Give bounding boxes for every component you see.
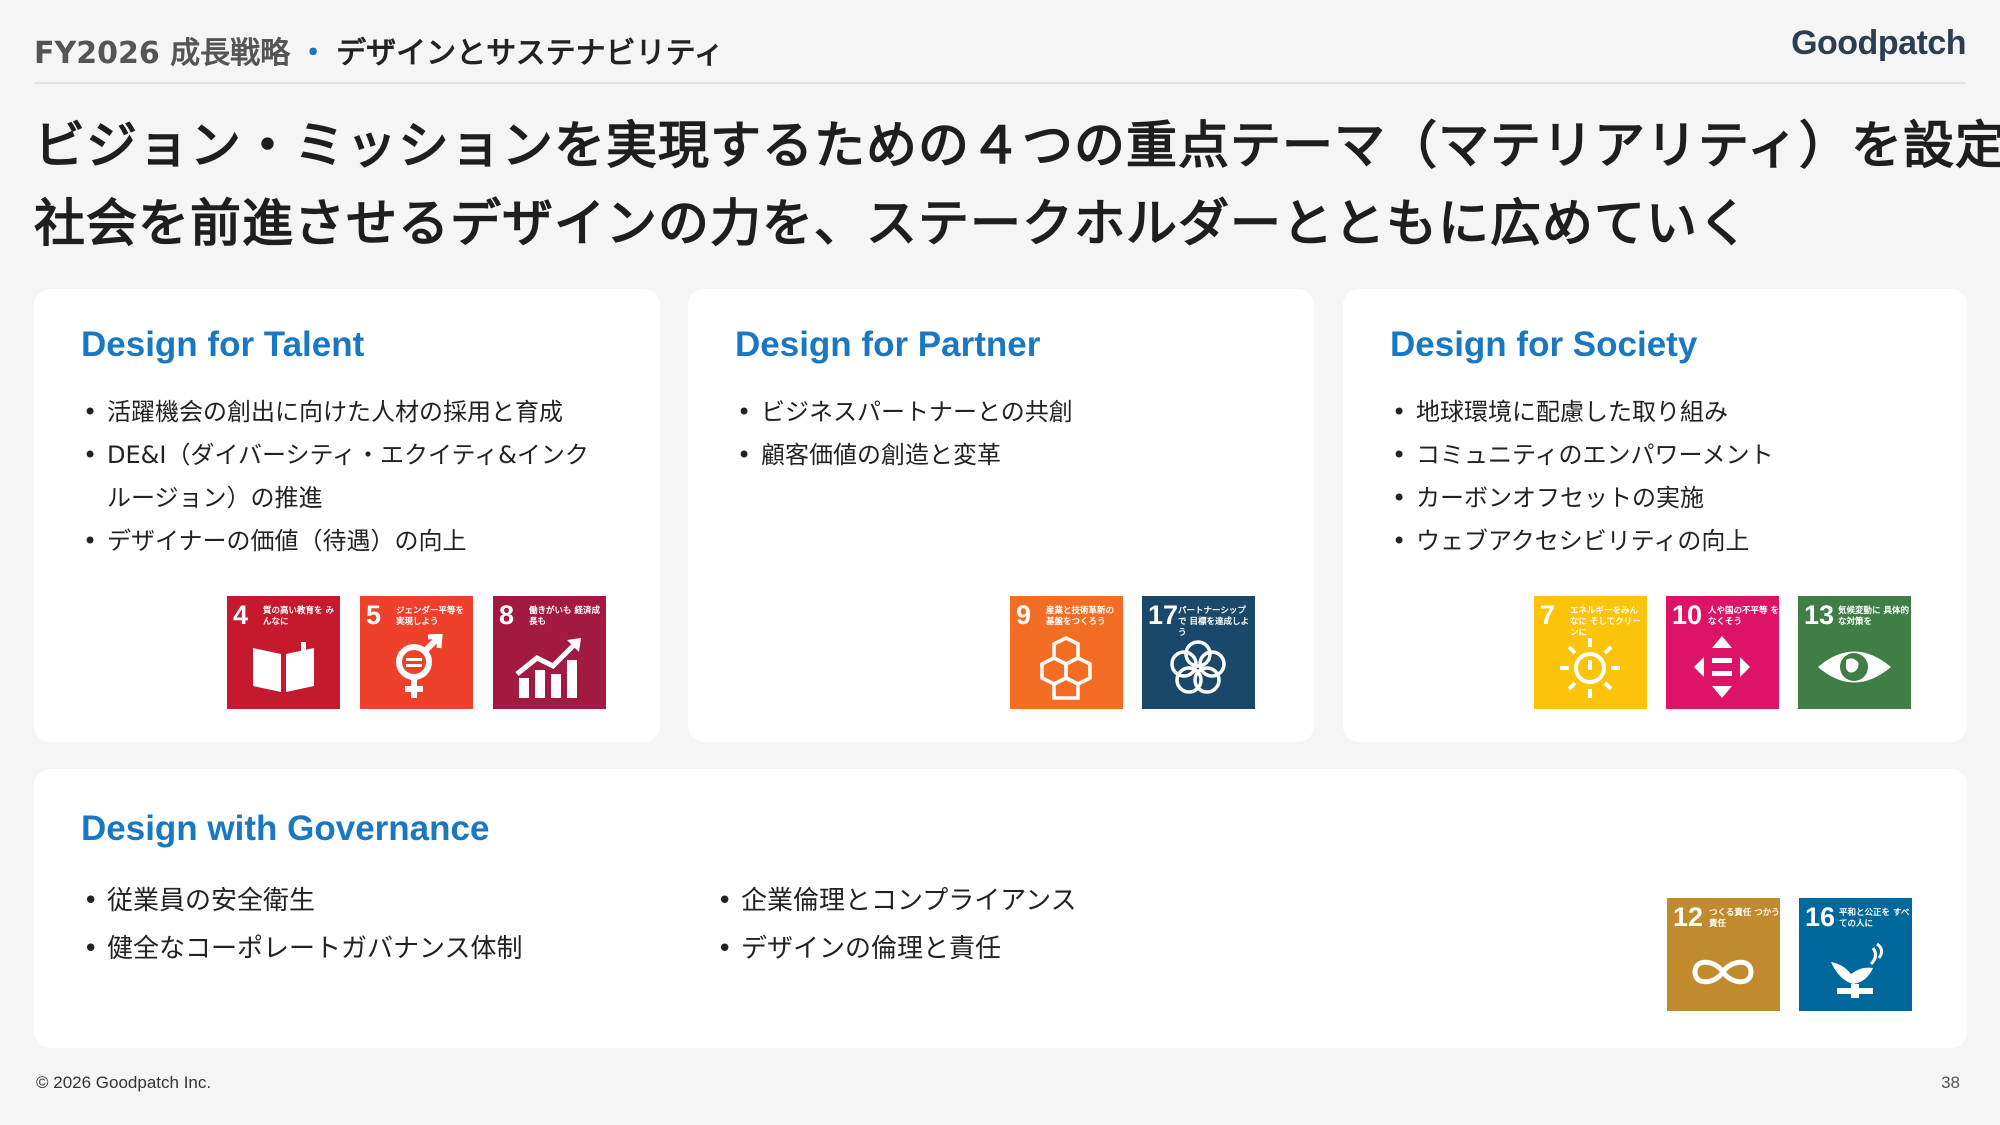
headline-line-1: ビジョン・ミッションを実現するための４つの重点テーマ（マテリアリティ）を設定 <box>34 117 2000 176</box>
card-title: Design with Governance <box>81 809 490 848</box>
sdg-icons: 9 産業と技術革新の 基盤をつくろう 17 パートナーシップで 目標を達成しよう <box>1010 596 1255 709</box>
rings-icon <box>1170 640 1226 694</box>
eye-earth-icon <box>1818 651 1891 683</box>
bullet-list: 活躍機会の創出に向けた人材の採用と育成 DE&I（ダイバーシティ・エクイティ&イ… <box>81 391 641 563</box>
growth-chart-icon <box>515 638 581 698</box>
sdg-number: 7 <box>1540 600 1556 630</box>
sdg-goal-5: 5 ジェンダー平等を 実現しよう <box>360 596 473 709</box>
bullet-item: カーボンオフセットの実施 <box>1390 477 1950 520</box>
sdg-goal-4: 4 質の高い教育を みんなに <box>227 596 340 709</box>
sdg-label: 気候変動に 具体的な対策を <box>1838 606 1909 627</box>
sdg-goal-7: 7 エネルギーをみんなに そしてクリーンに <box>1534 596 1647 709</box>
header-title: FY2026 成長戦略・デザインとサステナビリティ <box>34 28 724 72</box>
bullet-item: デザイナーの価値（待遇）の向上 <box>81 520 641 563</box>
sdg-label: 人や国の不平等 をなくそう <box>1708 606 1779 627</box>
sdg-number: 9 <box>1016 600 1032 630</box>
sdg-number: 17 <box>1148 600 1179 630</box>
sdg-icons: 7 エネルギーをみんなに そしてクリーンに 10 人や国の不平等 をなくそう 1… <box>1534 596 1911 709</box>
bullet-item: デザインの倫理と責任 <box>715 925 1315 973</box>
bullet-item: 健全なコーポレートガバナンス体制 <box>81 925 661 973</box>
card-design-with-governance: Design with Governance 従業員の安全衛生 健全なコーポレー… <box>34 769 1967 1048</box>
sdg-icons: 12 つくる責任 つかう責任 16 平和と公正を すべての人に <box>1667 898 1912 1011</box>
sdg-label: 平和と公正を すべての人に <box>1839 908 1910 929</box>
sdg-goal-10: 10 人や国の不平等 をなくそう <box>1666 596 1779 709</box>
page-number: 38 <box>1941 1073 1960 1092</box>
sdg-number: 5 <box>366 600 382 630</box>
bullet-item-continuation: ルージョン）の推進 <box>107 484 323 512</box>
sdg-number: 12 <box>1673 902 1704 932</box>
sdg-number: 4 <box>233 600 249 630</box>
sdg-goal-13: 13 気候変動に 具体的な対策を <box>1798 596 1911 709</box>
card-title: Design for Partner <box>735 325 1041 364</box>
sdg-number: 8 <box>499 600 515 630</box>
bullet-list-left: 従業員の安全衛生 健全なコーポレートガバナンス体制 <box>81 877 661 973</box>
bullet-list: ビジネスパートナーとの共創 顧客価値の創造と変革 <box>735 391 1295 477</box>
goodpatch-logo: Goodpatch <box>1791 24 1966 62</box>
bullet-item: DE&I（ダイバーシティ・エクイティ&インク <box>81 434 641 477</box>
sdg-goal-16: 16 平和と公正を すべての人に <box>1799 898 1912 1011</box>
infinity-icon <box>1692 959 1754 985</box>
sdg-icons: 4 質の高い教育を みんなに 5 ジェンダー平等を 実現しよう 8 働きがいも … <box>227 596 606 709</box>
book-icon <box>253 642 314 692</box>
dove-icon <box>1831 942 1884 998</box>
bullet-item: ビジネスパートナーとの共創 <box>735 391 1295 434</box>
bullet-item: 顧客価値の創造と変革 <box>735 434 1295 477</box>
sdg-label: 働きがいも 経済成長も <box>529 606 600 627</box>
header-title-dot: ・ <box>298 36 329 71</box>
sdg-number: 10 <box>1672 600 1703 630</box>
cubes-icon <box>1040 636 1092 700</box>
sdg-goal-17: 17 パートナーシップで 目標を達成しよう <box>1142 596 1255 709</box>
bullet-item: 活躍機会の創出に向けた人材の採用と育成 <box>81 391 641 434</box>
bullet-list-right: 企業倫理とコンプライアンス デザインの倫理と責任 <box>715 877 1315 973</box>
card-design-for-talent: Design for Talent 活躍機会の創出に向けた人材の採用と育成 DE… <box>34 289 660 742</box>
card-title: Design for Talent <box>81 325 365 364</box>
sdg-label: ジェンダー平等を 実現しよう <box>396 606 465 627</box>
card-title: Design for Society <box>1390 325 1698 364</box>
bullet-item: 企業倫理とコンプライアンス <box>715 877 1315 925</box>
sdg-number: 16 <box>1805 902 1836 932</box>
sdg-goal-9: 9 産業と技術革新の 基盤をつくろう <box>1010 596 1123 709</box>
copyright: © 2026 Goodpatch Inc. <box>36 1073 212 1092</box>
bullet-item: 地球環境に配慮した取り組み <box>1390 391 1950 434</box>
headline-line-2: 社会を前進させるデザインの力を、ステークホルダーとともに広めていく <box>34 195 1751 254</box>
sdg-label: 質の高い教育を みんなに <box>263 606 334 627</box>
sdg-number: 13 <box>1804 600 1835 630</box>
sdg-goal-8: 8 働きがいも 経済成長も <box>493 596 606 709</box>
header-title-sub: デザインとサステナビリティ <box>336 36 724 71</box>
slide-header: FY2026 成長戦略・デザインとサステナビリティ Goodpatch <box>34 22 1966 84</box>
gender-equality-icon <box>396 634 443 698</box>
sdg-label: つくる責任 つかう責任 <box>1709 908 1780 929</box>
sun-power-icon <box>1560 638 1620 698</box>
headline: ビジョン・ミッションを実現するための４つの重点テーマ（マテリアリティ）を設定 社… <box>34 108 2000 264</box>
equality-arrows-icon <box>1694 636 1750 698</box>
bullet-item: コミュニティのエンパワーメント <box>1390 434 1950 477</box>
header-title-main: FY2026 成長戦略 <box>34 36 291 71</box>
sdg-label: 産業と技術革新の 基盤をつくろう <box>1046 606 1115 627</box>
sdg-goal-12: 12 つくる責任 つかう責任 <box>1667 898 1780 1011</box>
bullet-item: ウェブアクセシビリティの向上 <box>1390 520 1950 563</box>
bullet-list: 地球環境に配慮した取り組み コミュニティのエンパワーメント カーボンオフセットの… <box>1390 391 1950 563</box>
bullet-item: 従業員の安全衛生 <box>81 877 661 925</box>
card-design-for-society: Design for Society 地球環境に配慮した取り組み コミュニティの… <box>1343 289 1967 742</box>
card-design-for-partner: Design for Partner ビジネスパートナーとの共創 顧客価値の創造… <box>688 289 1314 742</box>
